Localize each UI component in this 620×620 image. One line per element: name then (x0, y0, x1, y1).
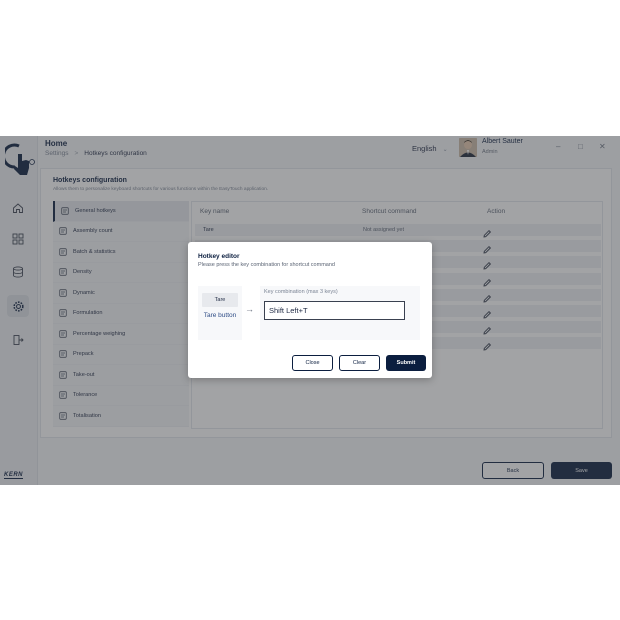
dialog-title: Hotkey editor (198, 253, 240, 260)
key-name: Tare button (203, 312, 237, 319)
key-chip: Tare (202, 293, 238, 307)
dialog-subtitle: Please press the key combination for sho… (198, 262, 335, 268)
key-combination-label: Key combination (max 3 keys) (264, 289, 338, 295)
key-preview: Tare Tare button (198, 286, 242, 340)
app-window: KERN Home Settings > Hotkeys configuration… (0, 136, 620, 485)
arrow-right-icon: → (245, 304, 254, 314)
submit-button[interactable]: Submit (386, 355, 426, 371)
close-button[interactable]: Close (292, 355, 333, 371)
key-combination-input[interactable]: Shift Left+T (264, 301, 405, 320)
clear-button[interactable]: Clear (339, 355, 380, 371)
key-combination-panel: Key combination (max 3 keys) Shift Left+… (260, 286, 420, 340)
hotkey-editor-dialog: Hotkey editor Please press the key combi… (188, 242, 432, 378)
